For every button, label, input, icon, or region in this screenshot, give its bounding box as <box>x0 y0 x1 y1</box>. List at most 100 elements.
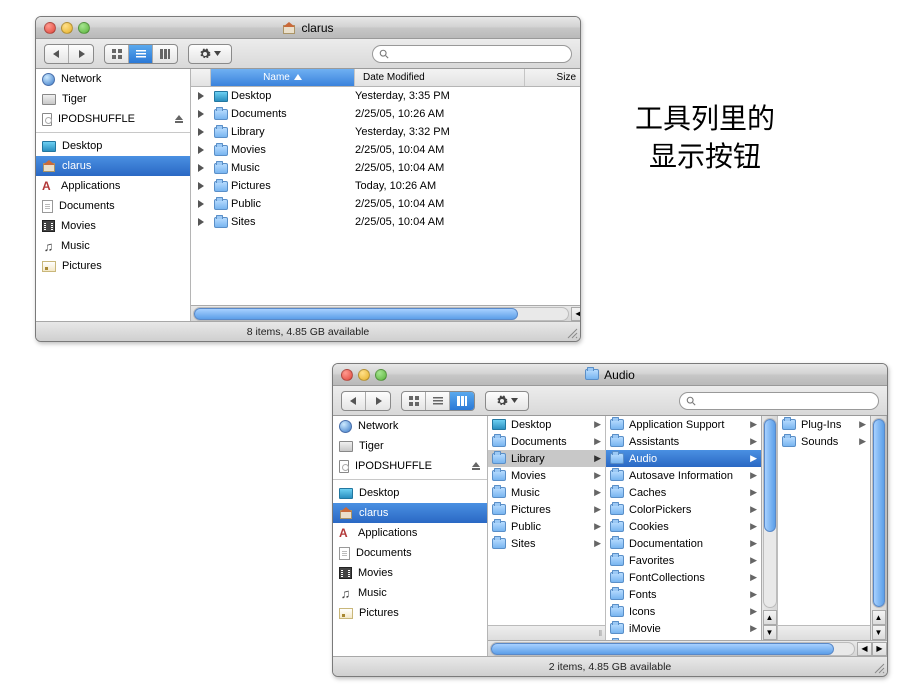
column-item[interactable]: Library▶ <box>488 450 605 467</box>
column-item[interactable]: Assistants▶ <box>606 433 761 450</box>
vertical-scrollbar[interactable]: ▲ ▼ <box>870 416 886 640</box>
sidebar-item[interactable]: Applications <box>36 176 190 196</box>
disclosure-triangle[interactable] <box>191 146 211 154</box>
close-button[interactable] <box>44 22 56 34</box>
sidebar-item[interactable]: Movies <box>333 563 487 583</box>
column-item[interactable]: Plug-Ins▶ <box>778 416 870 433</box>
scroll-left-button[interactable]: ◀ <box>857 642 872 656</box>
eject-icon[interactable] <box>174 114 184 124</box>
column-item[interactable]: Public▶ <box>488 518 605 535</box>
scroll-down-button[interactable]: ▼ <box>872 625 886 640</box>
sidebar-item[interactable]: Network <box>36 69 190 89</box>
nav-back-forward[interactable] <box>341 391 391 411</box>
sidebar-item[interactable]: ♫Music <box>333 583 487 603</box>
sidebar-item[interactable]: Documents <box>36 196 190 216</box>
view-mode-segmented[interactable] <box>104 44 178 64</box>
column-size[interactable]: Size <box>525 69 581 86</box>
action-menu[interactable] <box>485 391 529 411</box>
view-list-button[interactable] <box>426 392 450 410</box>
minimize-button[interactable] <box>358 369 370 381</box>
column-item[interactable]: Desktop▶ <box>488 416 605 433</box>
disclosure-triangle[interactable] <box>191 164 211 172</box>
horizontal-scrollbar[interactable]: ◀ ▶ <box>191 305 581 321</box>
sidebar-item[interactable]: Tiger <box>333 436 487 456</box>
close-button[interactable] <box>341 369 353 381</box>
sidebar-item[interactable]: Tiger <box>36 89 190 109</box>
column-item[interactable]: Sounds▶ <box>778 433 870 450</box>
column-name[interactable]: Name <box>211 69 355 86</box>
sidebar-item[interactable]: clarus <box>36 156 190 176</box>
forward-button[interactable] <box>69 45 93 63</box>
disclosure-triangle[interactable] <box>191 200 211 208</box>
view-list-button[interactable] <box>129 45 153 63</box>
scroll-left-button[interactable]: ◀ <box>571 307 581 321</box>
eject-icon[interactable] <box>471 461 481 471</box>
search-input[interactable] <box>372 45 572 63</box>
view-icon-button[interactable] <box>402 392 426 410</box>
column-item[interactable]: Documentation▶ <box>606 535 761 552</box>
column-item[interactable]: iMovie▶ <box>606 620 761 637</box>
disclosure-triangle[interactable] <box>191 110 211 118</box>
sidebar-item[interactable]: Network <box>333 416 487 436</box>
vertical-scrollbar[interactable]: ▲ ▼ <box>761 416 777 640</box>
back-button[interactable] <box>45 45 69 63</box>
horizontal-scrollbar[interactable]: ◀ ▶ <box>488 640 887 656</box>
column-item[interactable]: Favorites▶ <box>606 552 761 569</box>
disclosure-triangle[interactable] <box>191 92 211 100</box>
list-row[interactable]: DesktopYesterday, 3:35 PM-- <box>191 87 581 105</box>
view-mode-segmented[interactable] <box>401 391 475 411</box>
view-column-button[interactable] <box>450 392 474 410</box>
list-row[interactable]: LibraryYesterday, 3:32 PM-- <box>191 123 581 141</box>
sidebar-item[interactable]: ♫Music <box>36 236 190 256</box>
sidebar-item[interactable]: Pictures <box>333 603 487 623</box>
resize-grip[interactable] <box>566 327 578 339</box>
sidebar-item[interactable]: clarus <box>333 503 487 523</box>
column-item[interactable]: ColorPickers▶ <box>606 501 761 518</box>
view-column-button[interactable] <box>153 45 177 63</box>
sidebar-item[interactable]: Desktop <box>36 136 190 156</box>
list-row[interactable]: Movies2/25/05, 10:04 AM-- <box>191 141 581 159</box>
column-item[interactable]: Music▶ <box>488 484 605 501</box>
disclosure-triangle[interactable] <box>191 182 211 190</box>
view-icon-button[interactable] <box>105 45 129 63</box>
minimize-button[interactable] <box>61 22 73 34</box>
scroll-right-button[interactable]: ▶ <box>872 642 887 656</box>
column-item[interactable]: Fonts▶ <box>606 586 761 603</box>
column-item[interactable]: Icons▶ <box>606 603 761 620</box>
column-item[interactable]: Movies▶ <box>488 467 605 484</box>
column-item[interactable]: Pictures▶ <box>488 501 605 518</box>
nav-back-forward[interactable] <box>44 44 94 64</box>
disclosure-triangle[interactable] <box>191 128 211 136</box>
column-item[interactable]: Internet Plug-Ins▶ <box>606 637 761 640</box>
sidebar-item[interactable]: IPODSHUFFLE <box>333 456 487 476</box>
zoom-button[interactable] <box>375 369 387 381</box>
sidebar-item[interactable]: IPODSHUFFLE <box>36 109 190 129</box>
list-row[interactable]: Music2/25/05, 10:04 AM-- <box>191 159 581 177</box>
column-item[interactable]: Audio▶ <box>606 450 761 467</box>
scroll-down-button[interactable]: ▼ <box>763 625 777 640</box>
column-item[interactable]: Cookies▶ <box>606 518 761 535</box>
forward-button[interactable] <box>366 392 390 410</box>
titlebar[interactable]: clarus <box>36 17 580 39</box>
back-button[interactable] <box>342 392 366 410</box>
sidebar-item[interactable]: Pictures <box>36 256 190 276</box>
column-date[interactable]: Date Modified <box>355 69 525 86</box>
list-header[interactable]: Name Date Modified Size <box>191 69 581 87</box>
column-resize[interactable]: ‖ <box>488 625 605 640</box>
action-menu[interactable] <box>188 44 232 64</box>
sidebar-item[interactable]: Movies <box>36 216 190 236</box>
column-item[interactable]: Autosave Information▶ <box>606 467 761 484</box>
column-item[interactable]: FontCollections▶ <box>606 569 761 586</box>
zoom-button[interactable] <box>78 22 90 34</box>
disclosure-triangle[interactable] <box>191 218 211 226</box>
list-row[interactable]: PicturesToday, 10:26 AM-- <box>191 177 581 195</box>
column-item[interactable]: Caches▶ <box>606 484 761 501</box>
resize-grip[interactable] <box>873 662 885 674</box>
search-input[interactable] <box>679 392 879 410</box>
sidebar-item[interactable]: Desktop <box>333 483 487 503</box>
sidebar-item[interactable]: Applications <box>333 523 487 543</box>
column-item[interactable]: Application Support▶ <box>606 416 761 433</box>
list-row[interactable]: Sites2/25/05, 10:04 AM-- <box>191 213 581 231</box>
scroll-up-button[interactable]: ▲ <box>763 610 777 625</box>
titlebar[interactable]: Audio <box>333 364 887 386</box>
